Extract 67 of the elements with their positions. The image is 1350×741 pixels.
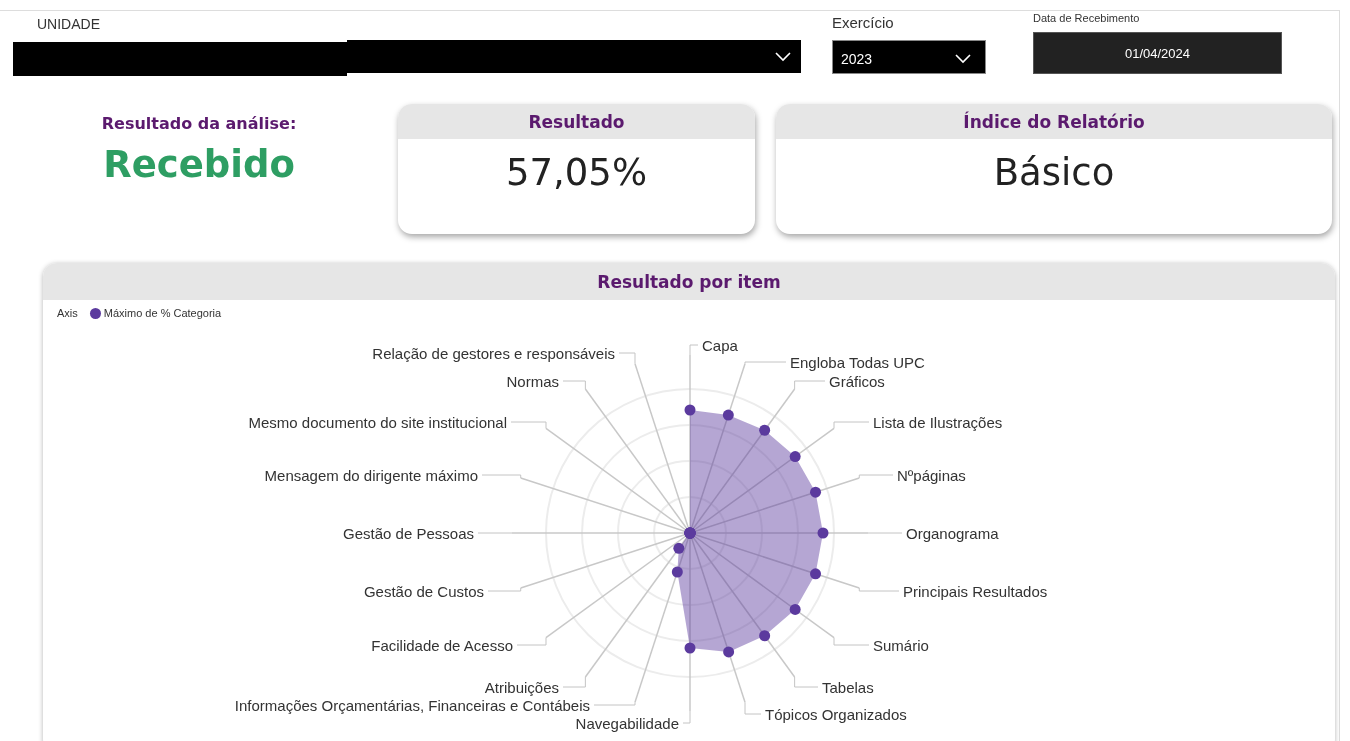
leader-line bbox=[487, 587, 522, 592]
leader-line bbox=[618, 352, 636, 365]
leader-line bbox=[794, 380, 826, 390]
leader-line bbox=[481, 474, 522, 479]
leader-line bbox=[682, 710, 691, 724]
axis-label: Organograma bbox=[906, 524, 999, 542]
leader-line bbox=[833, 421, 870, 429]
leader-line bbox=[858, 587, 900, 592]
axis-label: Gestão de Custos bbox=[363, 582, 484, 600]
chevron-icon bbox=[955, 54, 971, 64]
data-point bbox=[759, 630, 771, 642]
analysis-label: Resultado da análise: bbox=[101, 114, 297, 133]
analysis-status: Recebido bbox=[103, 143, 295, 186]
leader-line bbox=[593, 701, 636, 706]
chevron-icon bbox=[775, 51, 791, 62]
axis-label: Tópicos Organizados bbox=[765, 705, 907, 723]
axis-label: Normas bbox=[506, 372, 559, 390]
legend-label: Máximo de % Categoria bbox=[103, 307, 222, 319]
axis-label: Atribuições bbox=[484, 678, 559, 696]
leader-line bbox=[744, 701, 762, 715]
leader-line bbox=[689, 344, 699, 356]
data-point bbox=[722, 409, 734, 421]
leader-line bbox=[562, 380, 586, 390]
data-point bbox=[673, 542, 685, 554]
card-value: Básico bbox=[992, 151, 1116, 194]
year-dropdown[interactable]: 2023 bbox=[832, 40, 986, 74]
date-label: Data de Recebimento bbox=[1033, 12, 1141, 26]
axis-label: Nºpáginas bbox=[897, 466, 966, 484]
data-point bbox=[810, 568, 822, 580]
unit-dropdown[interactable] bbox=[347, 40, 801, 73]
leader-line bbox=[562, 676, 586, 688]
axis-label: Mensagem do dirigente máximo bbox=[264, 466, 478, 484]
axis-label: Sumário bbox=[873, 636, 929, 654]
legend-label: Axis bbox=[57, 307, 78, 319]
axis-label: Principais Resultados bbox=[903, 582, 1048, 600]
data-point bbox=[789, 603, 801, 615]
axis-label: Informações Orçamentárias, Financeiras e Contábeis bbox=[234, 696, 590, 714]
unit-label: UNIDADE bbox=[37, 16, 101, 34]
leader-line bbox=[510, 421, 547, 429]
card-title: Resultado bbox=[528, 111, 625, 132]
card-value: 57,05% bbox=[504, 151, 649, 194]
leader-line bbox=[516, 637, 547, 646]
data-point bbox=[684, 642, 696, 654]
data-point bbox=[789, 451, 801, 463]
axis-label: Gestão de Pessoas bbox=[343, 524, 474, 542]
data-point bbox=[684, 404, 696, 416]
axis-label: Navegabilidade bbox=[575, 714, 679, 732]
leader-line bbox=[858, 474, 894, 479]
axis-label: Gráficos bbox=[829, 372, 885, 390]
data-point bbox=[759, 424, 771, 436]
axis-label: Mesmo documento do site institucional bbox=[248, 413, 507, 431]
data-point bbox=[810, 486, 822, 498]
year-label: Exercício bbox=[832, 14, 895, 33]
axis-label: Tabelas bbox=[822, 678, 874, 696]
card-title: Índice do Relatório bbox=[963, 111, 1145, 132]
axis-label: Engloba Todas UPC bbox=[790, 353, 925, 371]
axis-label: Lista de Ilustrações bbox=[873, 413, 1003, 431]
date-field[interactable]: 01/04/2024 bbox=[1033, 32, 1282, 74]
data-point bbox=[723, 646, 735, 658]
panel-title: Resultado por item bbox=[597, 271, 781, 292]
data-point bbox=[671, 566, 683, 578]
data-point bbox=[817, 527, 829, 539]
leader-line bbox=[794, 676, 819, 688]
axis-label: Relação de gestores e responsáveis bbox=[372, 344, 615, 362]
axis-label: Capa bbox=[702, 336, 738, 354]
leader-line bbox=[833, 637, 870, 646]
axis-label: Facilidade de Acesso bbox=[371, 636, 513, 654]
